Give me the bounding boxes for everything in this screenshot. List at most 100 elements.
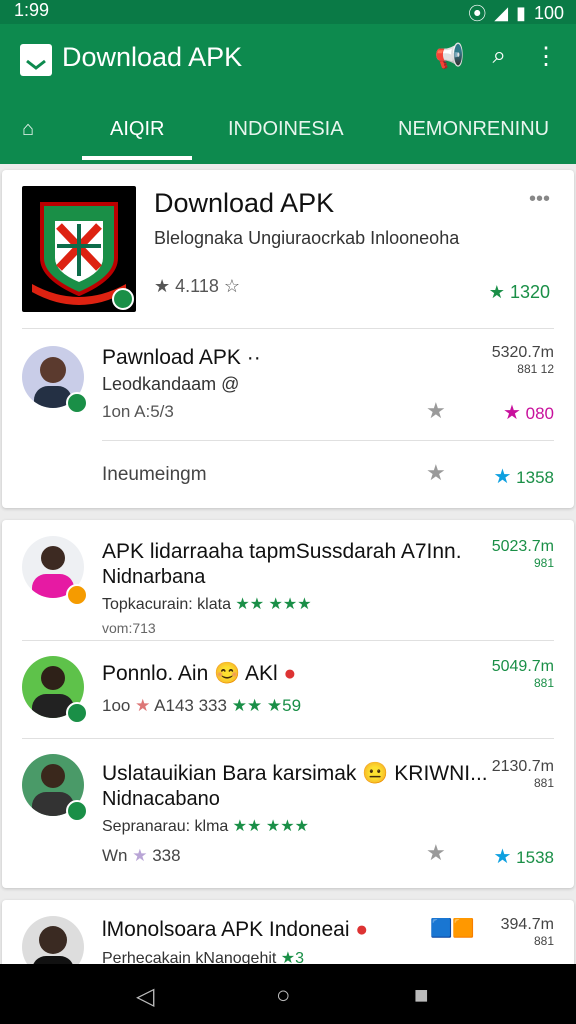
status-time: 1:99 (14, 0, 50, 20)
navigation-bar: ◁ ○ ■ (0, 964, 576, 1024)
list-item-size-top: 394.7m (500, 916, 554, 933)
list-item-title-line2: Nidnarbana (102, 566, 206, 588)
app-logo-icon (20, 44, 52, 76)
hero-card[interactable]: Download APK Blelognaka Ungiuraocrkab In… (2, 170, 574, 508)
list-item-subtitle-text: Sepranarau: klma (102, 818, 229, 835)
battery-level: 100 (533, 2, 564, 23)
home-circle-icon[interactable]: ○ (276, 982, 291, 1010)
hero-subtitle: Blelognaka Ungiuraocrkab Inlooneoha (154, 228, 460, 248)
star-icon: ★ (154, 276, 171, 296)
rate-star-icon[interactable]: ★ (426, 840, 446, 866)
row-size: 5320.7m 881 12 (492, 344, 554, 376)
list-item-rating-right-value: 1538 (516, 848, 554, 867)
app-bar: Download APK 📢 ⌕ ⋮ ⌂ AIQIR INDOINESIA NE… (0, 24, 576, 164)
list-item-size-bottom: 881 (533, 776, 554, 790)
tab-aiqir[interactable]: AIQIR (110, 118, 164, 141)
list-item-subtitle: Topkacurain: klata ★★ ★★★ (102, 594, 312, 614)
list-item-title-text: Ponnlo. Ain (102, 662, 209, 685)
row-size-top: 5320.7m (491, 344, 554, 361)
list-item-title-text: lMonolsoara APK Indoneai (102, 918, 350, 941)
list-item-size: 394.7m 881 (501, 916, 554, 948)
row-rating-value: 1358 (516, 468, 554, 487)
star-outline-icon: ☆ (223, 276, 241, 296)
rate-star-icon[interactable]: ★ (426, 398, 446, 424)
hero-download-count: ★ 1320 (489, 282, 550, 303)
blue-star-icon: ★ (493, 846, 512, 868)
overflow-menu-icon[interactable]: ⋮ (534, 42, 558, 71)
row-size-bottom: 881 12 (517, 362, 554, 376)
list-item-title[interactable]: APK lidarraaha tapmSussdarah A7Inn. (102, 540, 462, 564)
list-item-size-top: 2130.7m (491, 758, 554, 775)
verified-badge-icon (112, 288, 134, 310)
row-meta: Ineumeingm (102, 464, 207, 485)
hero-rating: ★ 4.118 ☆ (154, 276, 240, 297)
app-actions: 📢 ⌕ ⋮ (435, 42, 558, 71)
list-item-extra: 333 (198, 696, 227, 715)
list-item-title[interactable]: lMonolsoara APK Indoneai ● (102, 918, 368, 942)
status-icons: ⦿ ◢ ▮ 100 (468, 0, 564, 26)
list-item-rating: A143 (154, 696, 194, 715)
row-rating-value: 080 (525, 404, 554, 423)
green-stars: ★★ ★★★ (235, 596, 312, 613)
list-item-rating: 338 (152, 846, 181, 865)
row-rating: ★ 080 (503, 400, 554, 425)
list-item-title[interactable]: Uslatauikian Bara karsimak 😐 KRIWNI... (102, 762, 488, 786)
list-item-size-top: 5049.7m (491, 658, 554, 675)
blue-star-icon: ★ (493, 466, 512, 488)
row-rating: ★ 1358 (494, 464, 555, 489)
list-item-meta: 1oo ★ A143 333 ★★ ★59 (102, 696, 301, 716)
divider (22, 640, 554, 641)
tab-bar: ⌂ AIQIR INDOINESIA NEMONRENINU (0, 108, 576, 164)
row-title[interactable]: Pawnload APK ·· (102, 346, 261, 370)
list-item-title-suffix: AKl (244, 662, 278, 685)
list-item-title-line2: Nidnacabano (102, 788, 220, 810)
home-icon[interactable]: ⌂ (22, 118, 34, 141)
hero-title: Download APK (154, 188, 335, 218)
divider (22, 738, 554, 739)
recents-icon[interactable]: ■ (414, 982, 429, 1010)
battery-icon: ▮ (516, 2, 526, 23)
verified-badge-icon (66, 392, 88, 414)
list-item-rating-right: ★ 1538 (494, 844, 555, 869)
list-item-title-text: Uslatauikian Bara karsimak (102, 762, 357, 785)
more-options-icon[interactable]: ••• (529, 188, 550, 211)
green-stars: ★★ ★59 (231, 696, 302, 715)
list-card: APK lidarraaha tapmSussdarah A7Inn. Nidn… (2, 520, 574, 888)
app-title: Download APK (62, 42, 243, 72)
red-badge-icon: ● (283, 662, 297, 685)
hero-count-value: 1320 (509, 282, 550, 302)
search-icon[interactable]: ⌕ (493, 42, 506, 71)
row-subtitle: Leodkandaam @ (102, 374, 240, 394)
divider (102, 440, 554, 441)
row-title-text: Pawnload APK (102, 346, 241, 369)
pink-star-icon: ★ (502, 402, 521, 424)
list-item-size-top: 5023.7m (491, 538, 554, 555)
lilac-star-icon: ★ (132, 846, 148, 865)
emoji-icon: 😊 (214, 662, 241, 685)
green-star-icon: ★ (488, 282, 505, 302)
status-bar: 1:99 ⦿ ◢ ▮ 100 (0, 0, 576, 24)
tab-indonesia[interactable]: INDOINESIA (228, 118, 344, 141)
row-meta: 1on A:5/3 (102, 402, 174, 421)
back-icon[interactable]: ◁ (136, 982, 154, 1011)
active-tab-indicator (82, 156, 192, 160)
list-item-size-bottom: 881 (533, 934, 554, 948)
list-item-meta-text: 1oo (102, 696, 131, 715)
rate-star-icon[interactable]: ★ (426, 460, 446, 486)
list-item-title[interactable]: Ponnlo. Ain 😊 AKl ● (102, 662, 296, 686)
app-badge-icon: 🟦🟧 (430, 918, 475, 938)
megaphone-icon[interactable]: 📢 (435, 42, 465, 71)
list-item-size-bottom: 881 (533, 676, 554, 690)
list-item-meta-text: Wn (102, 846, 128, 865)
list-item-subtitle-text: Topkacurain: klata (102, 596, 231, 613)
verified-badge-icon (66, 800, 88, 822)
list-item-subtitle: Sepranarau: klma ★★ ★★★ (102, 816, 309, 836)
divider (22, 328, 554, 329)
hero-rating-value: 4.118 (175, 276, 219, 296)
list-item-title-suffix: KRIWNI... (394, 762, 488, 785)
emoji-icon: 😐 (362, 762, 389, 785)
list-item-size: 5023.7m 981 (492, 538, 554, 570)
pink-star-icon: ★ (135, 696, 151, 715)
wifi-icon: ◢ (494, 2, 509, 23)
tab-nemonreninu[interactable]: NEMONRENINU (398, 118, 549, 141)
